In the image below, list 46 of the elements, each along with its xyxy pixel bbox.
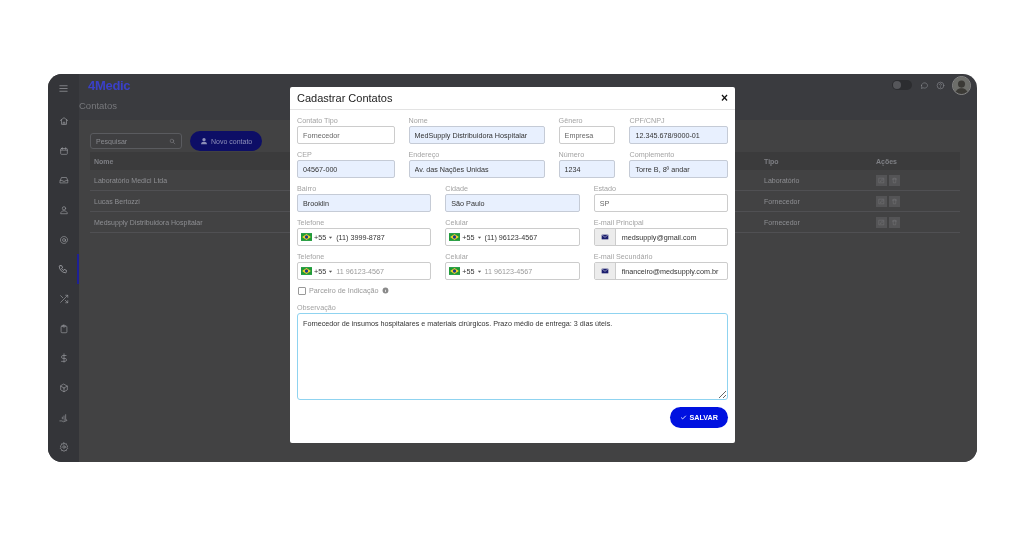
pencil-square-icon <box>878 197 885 205</box>
trash-icon <box>891 197 898 205</box>
dollar-icon <box>58 353 69 364</box>
caret-icon <box>328 268 334 274</box>
user-icon <box>200 137 208 145</box>
edit-button[interactable] <box>876 174 887 186</box>
gear-icon <box>58 442 69 453</box>
check-icon <box>679 414 687 421</box>
dialog-title: Cadastrar Contatos <box>297 92 393 104</box>
delete-button[interactable] <box>889 216 900 228</box>
trash-icon <box>891 176 898 184</box>
close-button[interactable]: × <box>721 92 728 104</box>
envelope-icon <box>600 267 609 275</box>
clipboard-icon <box>58 323 69 334</box>
delete-button[interactable] <box>889 195 900 207</box>
edit-button[interactable] <box>876 216 887 228</box>
caret-icon <box>476 268 482 274</box>
brazil-flag-icon <box>449 233 461 241</box>
info-icon <box>381 287 389 294</box>
caret-icon <box>328 234 334 240</box>
trash-icon <box>891 218 898 226</box>
at-sign-icon <box>58 234 69 245</box>
pencil-square-icon <box>878 176 885 184</box>
phone-icon <box>57 264 68 275</box>
help-icon <box>936 80 945 90</box>
checkbox[interactable] <box>298 286 306 295</box>
envelope-icon <box>600 233 609 241</box>
home-icon <box>58 115 69 126</box>
menu-icon <box>58 82 69 94</box>
cube-icon <box>58 383 69 394</box>
calendar-icon <box>58 145 69 156</box>
caret-icon <box>476 234 482 240</box>
chat-icon <box>920 80 929 90</box>
inbox-icon <box>58 175 69 186</box>
search-icon <box>169 137 176 145</box>
shuffle-icon <box>58 293 69 304</box>
app-logo: 4Medic <box>88 77 131 93</box>
pencil-square-icon <box>878 218 885 226</box>
edit-button[interactable] <box>876 195 887 207</box>
delete-button[interactable] <box>889 174 900 186</box>
brazil-flag-icon <box>449 267 461 275</box>
theme-toggle[interactable] <box>892 80 912 90</box>
brazil-flag-icon <box>301 267 312 275</box>
page-title: Contatos <box>79 100 118 111</box>
brazil-flag-icon <box>301 233 312 241</box>
user-icon <box>58 204 69 215</box>
